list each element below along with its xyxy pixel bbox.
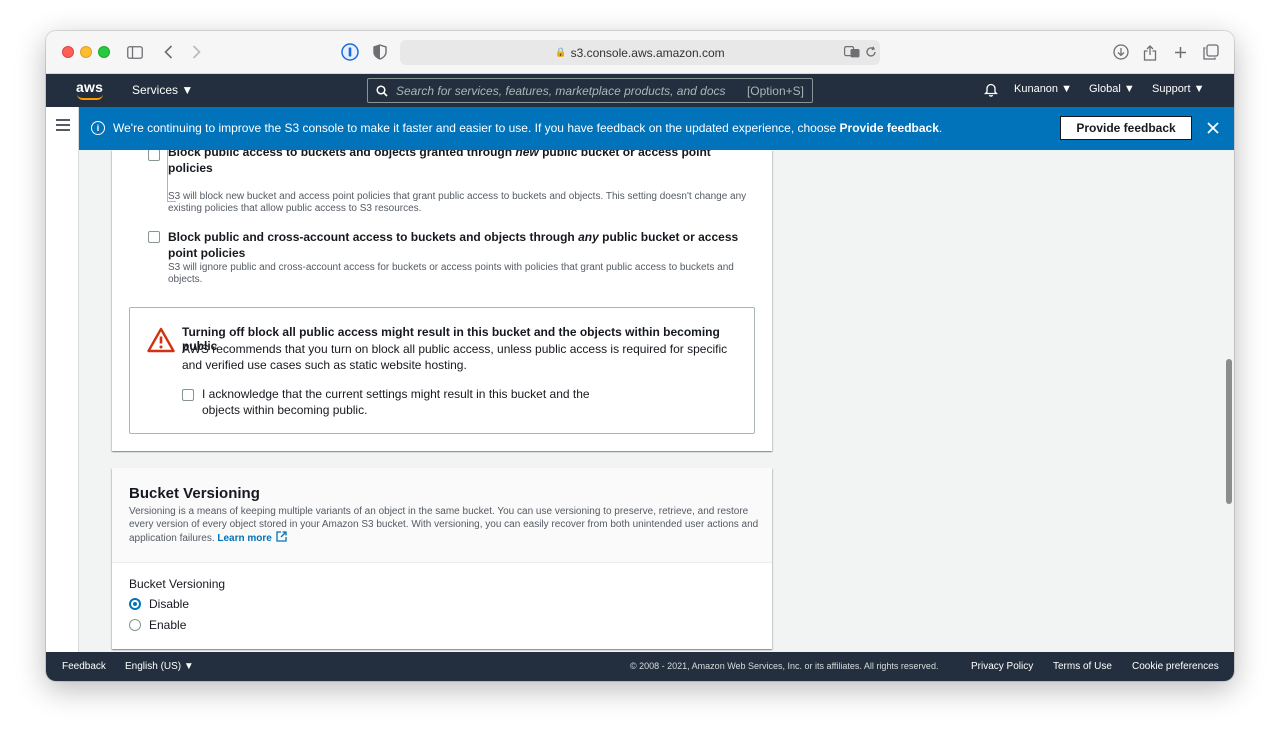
close-icon[interactable] <box>1204 119 1222 137</box>
versioning-description: Versioning is a means of keeping multipl… <box>129 506 759 544</box>
translate-icon[interactable] <box>842 42 862 62</box>
browser-toolbar: 🔒 s3.console.aws.amazon.com <box>46 31 1234 74</box>
flashbar-message: We're continuing to improve the S3 conso… <box>113 121 943 135</box>
bell-icon[interactable] <box>984 82 998 97</box>
versioning-disable-label[interactable]: Disable <box>149 597 189 611</box>
shield-icon[interactable] <box>370 42 390 62</box>
reload-icon[interactable] <box>861 42 881 62</box>
address-bar[interactable]: 🔒 s3.console.aws.amazon.com <box>400 40 880 65</box>
block-new-policies-checkbox[interactable] <box>148 150 160 161</box>
block-any-policies-title: Block public and cross-account access to… <box>168 230 739 260</box>
footer-language-selector[interactable]: English (US) ▼ <box>125 661 194 672</box>
versioning-header: Bucket Versioning Versioning is a means … <box>112 468 772 563</box>
share-icon[interactable] <box>1140 42 1160 62</box>
warning-text: AWS recommends that you turn on block al… <box>182 342 728 372</box>
bucket-versioning-panel: Bucket Versioning Versioning is a means … <box>112 468 772 649</box>
provide-feedback-button[interactable]: Provide feedback <box>1060 116 1192 140</box>
sidebar-toggle-icon[interactable] <box>125 42 145 62</box>
side-navigation-rail <box>46 107 79 652</box>
aws-navigation-bar: aws Services ▼ Search for services, feat… <box>46 74 1234 107</box>
acknowledge-label[interactable]: I acknowledge that the current settings … <box>202 386 602 418</box>
versioning-enable-label[interactable]: Enable <box>149 618 186 632</box>
block-any-policies-checkbox[interactable] <box>148 231 160 243</box>
account-menu[interactable]: Kunanon ▼ <box>1014 83 1072 95</box>
minimize-window-button[interactable] <box>80 46 92 58</box>
versioning-title: Bucket Versioning <box>129 485 260 502</box>
main-content: Block public access to buckets and objec… <box>79 150 1224 652</box>
footer-feedback-link[interactable]: Feedback <box>62 661 106 672</box>
aws-logo[interactable]: aws <box>76 79 106 101</box>
aws-smile-icon <box>77 94 103 100</box>
tab-overview-icon[interactable] <box>1201 42 1221 62</box>
warning-icon <box>147 327 175 353</box>
footer-copyright: © 2008 - 2021, Amazon Web Services, Inc.… <box>630 661 939 671</box>
external-link-icon[interactable] <box>276 531 287 542</box>
support-menu[interactable]: Support ▼ <box>1152 83 1204 95</box>
block-new-policies-title: Block public access to buckets and objec… <box>168 150 711 175</box>
search-icon <box>376 84 388 97</box>
versioning-disable-radio[interactable] <box>129 598 141 610</box>
footer-cookie-link[interactable]: Cookie preferences <box>1132 661 1219 672</box>
feedback-flashbar: i We're continuing to improve the S3 con… <box>79 107 1234 150</box>
password-manager-icon[interactable] <box>340 42 360 62</box>
global-search-input[interactable]: Search for services, features, marketpla… <box>367 78 813 103</box>
block-new-policies-description: S3 will block new bucket and access poin… <box>168 191 747 214</box>
close-window-button[interactable] <box>62 46 74 58</box>
block-public-access-panel: Block public access to buckets and objec… <box>112 150 772 451</box>
back-icon[interactable] <box>158 42 178 62</box>
region-menu[interactable]: Global ▼ <box>1089 83 1135 95</box>
downloads-icon[interactable] <box>1111 42 1131 62</box>
versioning-enable-radio[interactable] <box>129 619 141 631</box>
search-shortcut: [Option+S] <box>746 83 804 98</box>
page-scrollbar[interactable] <box>1224 150 1234 652</box>
menu-icon[interactable] <box>56 119 70 131</box>
new-tab-icon[interactable] <box>1170 42 1190 62</box>
browser-window: 🔒 s3.console.aws.amazon.com aws Services… <box>46 31 1234 681</box>
public-access-warning: Turning off block all public access migh… <box>129 307 755 434</box>
footer-terms-link[interactable]: Terms of Use <box>1053 661 1112 672</box>
footer-privacy-link[interactable]: Privacy Policy <box>971 661 1033 672</box>
zoom-window-button[interactable] <box>98 46 110 58</box>
info-icon: i <box>91 121 105 135</box>
url-text: s3.console.aws.amazon.com <box>570 45 725 60</box>
block-any-policies-description: S3 will ignore public and cross-account … <box>168 262 734 285</box>
acknowledge-checkbox[interactable] <box>182 389 194 401</box>
forward-icon[interactable] <box>186 42 206 62</box>
console-footer: Feedback English (US) ▼ © 2008 - 2021, A… <box>46 652 1234 681</box>
services-menu[interactable]: Services ▼ <box>132 83 193 97</box>
learn-more-link[interactable]: Learn more <box>217 533 271 544</box>
search-placeholder: Search for services, features, marketpla… <box>396 83 726 98</box>
versioning-field-label: Bucket Versioning <box>129 577 226 591</box>
scrollbar-thumb[interactable] <box>1226 359 1232 504</box>
lock-icon: 🔒 <box>555 47 567 57</box>
